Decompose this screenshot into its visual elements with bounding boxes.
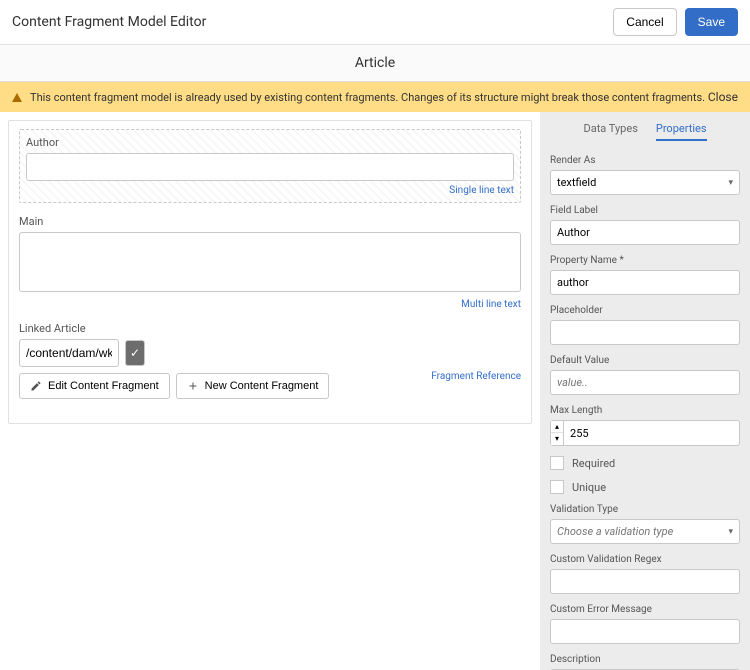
render-as-label: Render As <box>550 155 740 166</box>
field-label-input[interactable] <box>550 220 740 245</box>
custom-error-input[interactable] <box>550 619 740 644</box>
required-label: Required <box>572 457 615 470</box>
field-label-label: Field Label <box>550 205 740 216</box>
unique-label: Unique <box>572 481 606 494</box>
side-panel: Data Types Properties Render As ▾ Field … <box>540 112 750 670</box>
field-main-label: Main <box>19 215 521 228</box>
warning-icon <box>12 93 22 102</box>
custom-regex-label: Custom Validation Regex <box>550 554 740 565</box>
field-linked-label: Linked Article <box>19 322 521 335</box>
validation-type-label: Validation Type <box>550 504 740 515</box>
required-checkbox[interactable] <box>550 456 564 470</box>
placeholder-input[interactable] <box>550 320 740 345</box>
field-linked-type: Fragment Reference <box>431 371 521 382</box>
warning-message: This content fragment model is already u… <box>30 91 705 104</box>
render-as-select[interactable] <box>550 170 740 195</box>
warning-close-button[interactable]: Close <box>708 90 738 104</box>
custom-error-label: Custom Error Message <box>550 604 740 615</box>
validation-type-select[interactable] <box>550 519 740 544</box>
field-main-input[interactable] <box>19 232 521 292</box>
field-author-label: Author <box>26 136 514 149</box>
default-value-input[interactable] <box>550 370 740 395</box>
cancel-button[interactable]: Cancel <box>613 8 676 36</box>
model-title: Article <box>0 45 750 82</box>
tab-properties[interactable]: Properties <box>656 122 707 141</box>
default-value-label: Default Value <box>550 355 740 366</box>
page-title: Content Fragment Model Editor <box>12 14 206 30</box>
field-author-type: Single line text <box>26 185 514 196</box>
edit-content-fragment-button[interactable]: Edit Content Fragment <box>19 373 170 399</box>
max-length-label: Max Length <box>550 405 740 416</box>
property-name-label: Property Name * <box>550 255 740 266</box>
field-linked-article[interactable]: Linked Article ✓ Edit Content Fragment N… <box>19 322 521 399</box>
field-author-input[interactable] <box>26 153 514 181</box>
field-main[interactable]: Main Multi line text <box>19 215 521 310</box>
plus-icon <box>187 380 199 392</box>
max-length-decrement[interactable]: ▾ <box>551 433 563 445</box>
field-main-type: Multi line text <box>19 299 521 310</box>
warning-bar: This content fragment model is already u… <box>0 82 750 112</box>
unique-checkbox[interactable] <box>550 480 564 494</box>
pencil-icon <box>30 380 42 392</box>
field-author[interactable]: Author Single line text <box>19 129 521 203</box>
model-canvas: Author Single line text Main Multi line … <box>8 120 532 424</box>
max-length-increment[interactable]: ▴ <box>551 421 563 433</box>
new-content-fragment-button[interactable]: New Content Fragment <box>176 373 330 399</box>
description-label: Description <box>550 654 740 665</box>
custom-regex-input[interactable] <box>550 569 740 594</box>
max-length-input[interactable] <box>564 420 740 446</box>
placeholder-label: Placeholder <box>550 305 740 316</box>
property-name-input[interactable] <box>550 270 740 295</box>
save-button[interactable]: Save <box>685 8 738 36</box>
linked-article-check-button[interactable]: ✓ <box>125 340 145 366</box>
tab-data-types[interactable]: Data Types <box>584 122 638 141</box>
linked-article-path-input[interactable] <box>19 339 119 367</box>
